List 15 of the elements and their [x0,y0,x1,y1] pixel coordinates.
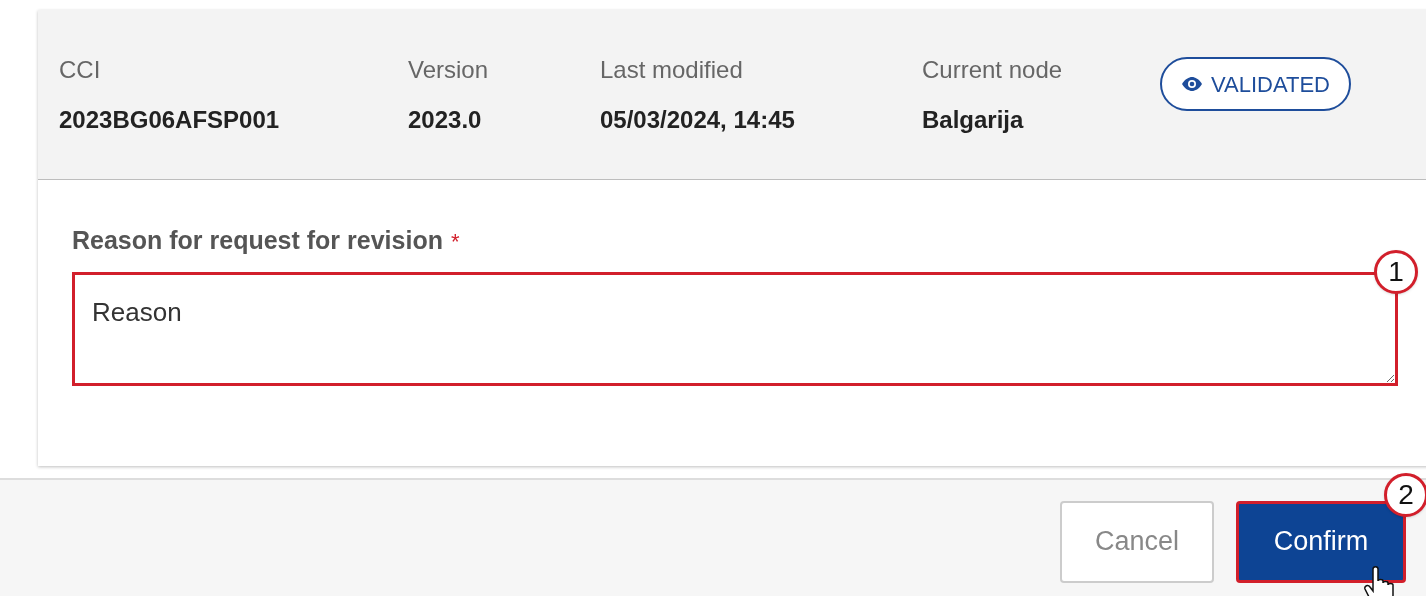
field-value: 2023BG06AFSP001 [59,106,281,134]
cancel-button[interactable]: Cancel [1060,500,1214,583]
field-label: Current node [922,56,1064,84]
step-marker: 2 [1384,472,1426,517]
field-label: CCI [59,56,102,84]
field-value: 05/03/2024, 14:45 [600,106,796,134]
required-mark: * [450,228,460,256]
field-label: Version [408,56,490,84]
eye-icon [1181,77,1203,91]
field-value: Balgarija [922,106,1025,134]
status-text: VALIDATED [1211,70,1330,99]
field-value: 2023.0 [408,106,483,134]
step-marker: 1 [1374,249,1418,294]
field-label: Last modified [600,56,744,84]
field-label: Reason for request for revision [72,225,443,256]
